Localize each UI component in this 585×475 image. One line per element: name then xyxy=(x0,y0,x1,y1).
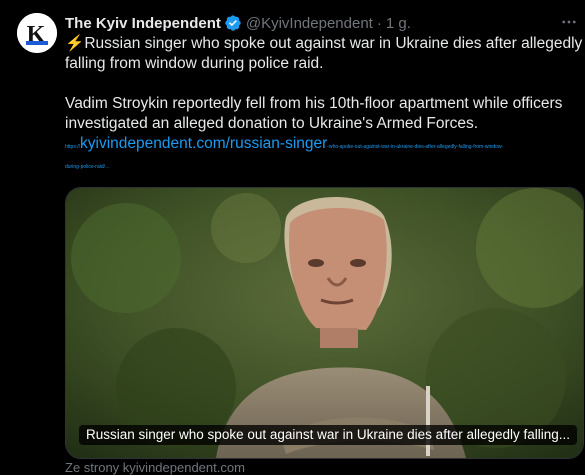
link-main[interactable]: kyivindependent.com/russian-singer xyxy=(80,135,327,152)
tweet-text: ⚡Russian singer who spoke out against wa… xyxy=(65,34,583,157)
tweet-body: Vadim Stroykin reportedly fell from his … xyxy=(65,95,563,132)
verified-badge-icon[interactable] xyxy=(224,14,242,32)
card-source[interactable]: Ze strony kyivindependent.com xyxy=(65,460,245,475)
tweet-headline: Russian singer who spoke out against war… xyxy=(65,35,583,72)
link-suffix-line-2[interactable]: during-police-raid/… xyxy=(65,160,110,174)
card-caption: Russian singer who spoke out against war… xyxy=(79,425,578,445)
tweet-paragraph-2: Vadim Stroykin reportedly fell from his … xyxy=(65,94,583,134)
tweet-paragraph-1: ⚡Russian singer who spoke out against wa… xyxy=(65,34,583,74)
article-card[interactable]: Russian singer who spoke out against war… xyxy=(65,187,584,459)
tweet-timestamp[interactable]: 1 g. xyxy=(386,15,411,32)
separator-dot: · xyxy=(376,14,382,32)
more-dots-icon[interactable] xyxy=(559,12,579,32)
author-name[interactable]: The Kyiv Independent xyxy=(65,15,221,32)
tweet-link[interactable]: https://kyivindependent.com/russian-sing… xyxy=(65,134,583,157)
article-photo xyxy=(66,188,583,458)
tweet-header: The Kyiv Independent @KyivIndependent · … xyxy=(65,13,555,33)
lightning-emoji-icon: ⚡ xyxy=(65,35,85,52)
author-handle[interactable]: @KyivIndependent xyxy=(246,15,373,32)
link-prefix[interactable]: https:// xyxy=(65,144,80,150)
link-suffix[interactable]: -who-spoke-out-against-war-in-ukraine-di… xyxy=(327,144,503,150)
author-avatar[interactable]: K xyxy=(17,13,57,53)
kyiv-independent-logo: K xyxy=(17,13,57,53)
